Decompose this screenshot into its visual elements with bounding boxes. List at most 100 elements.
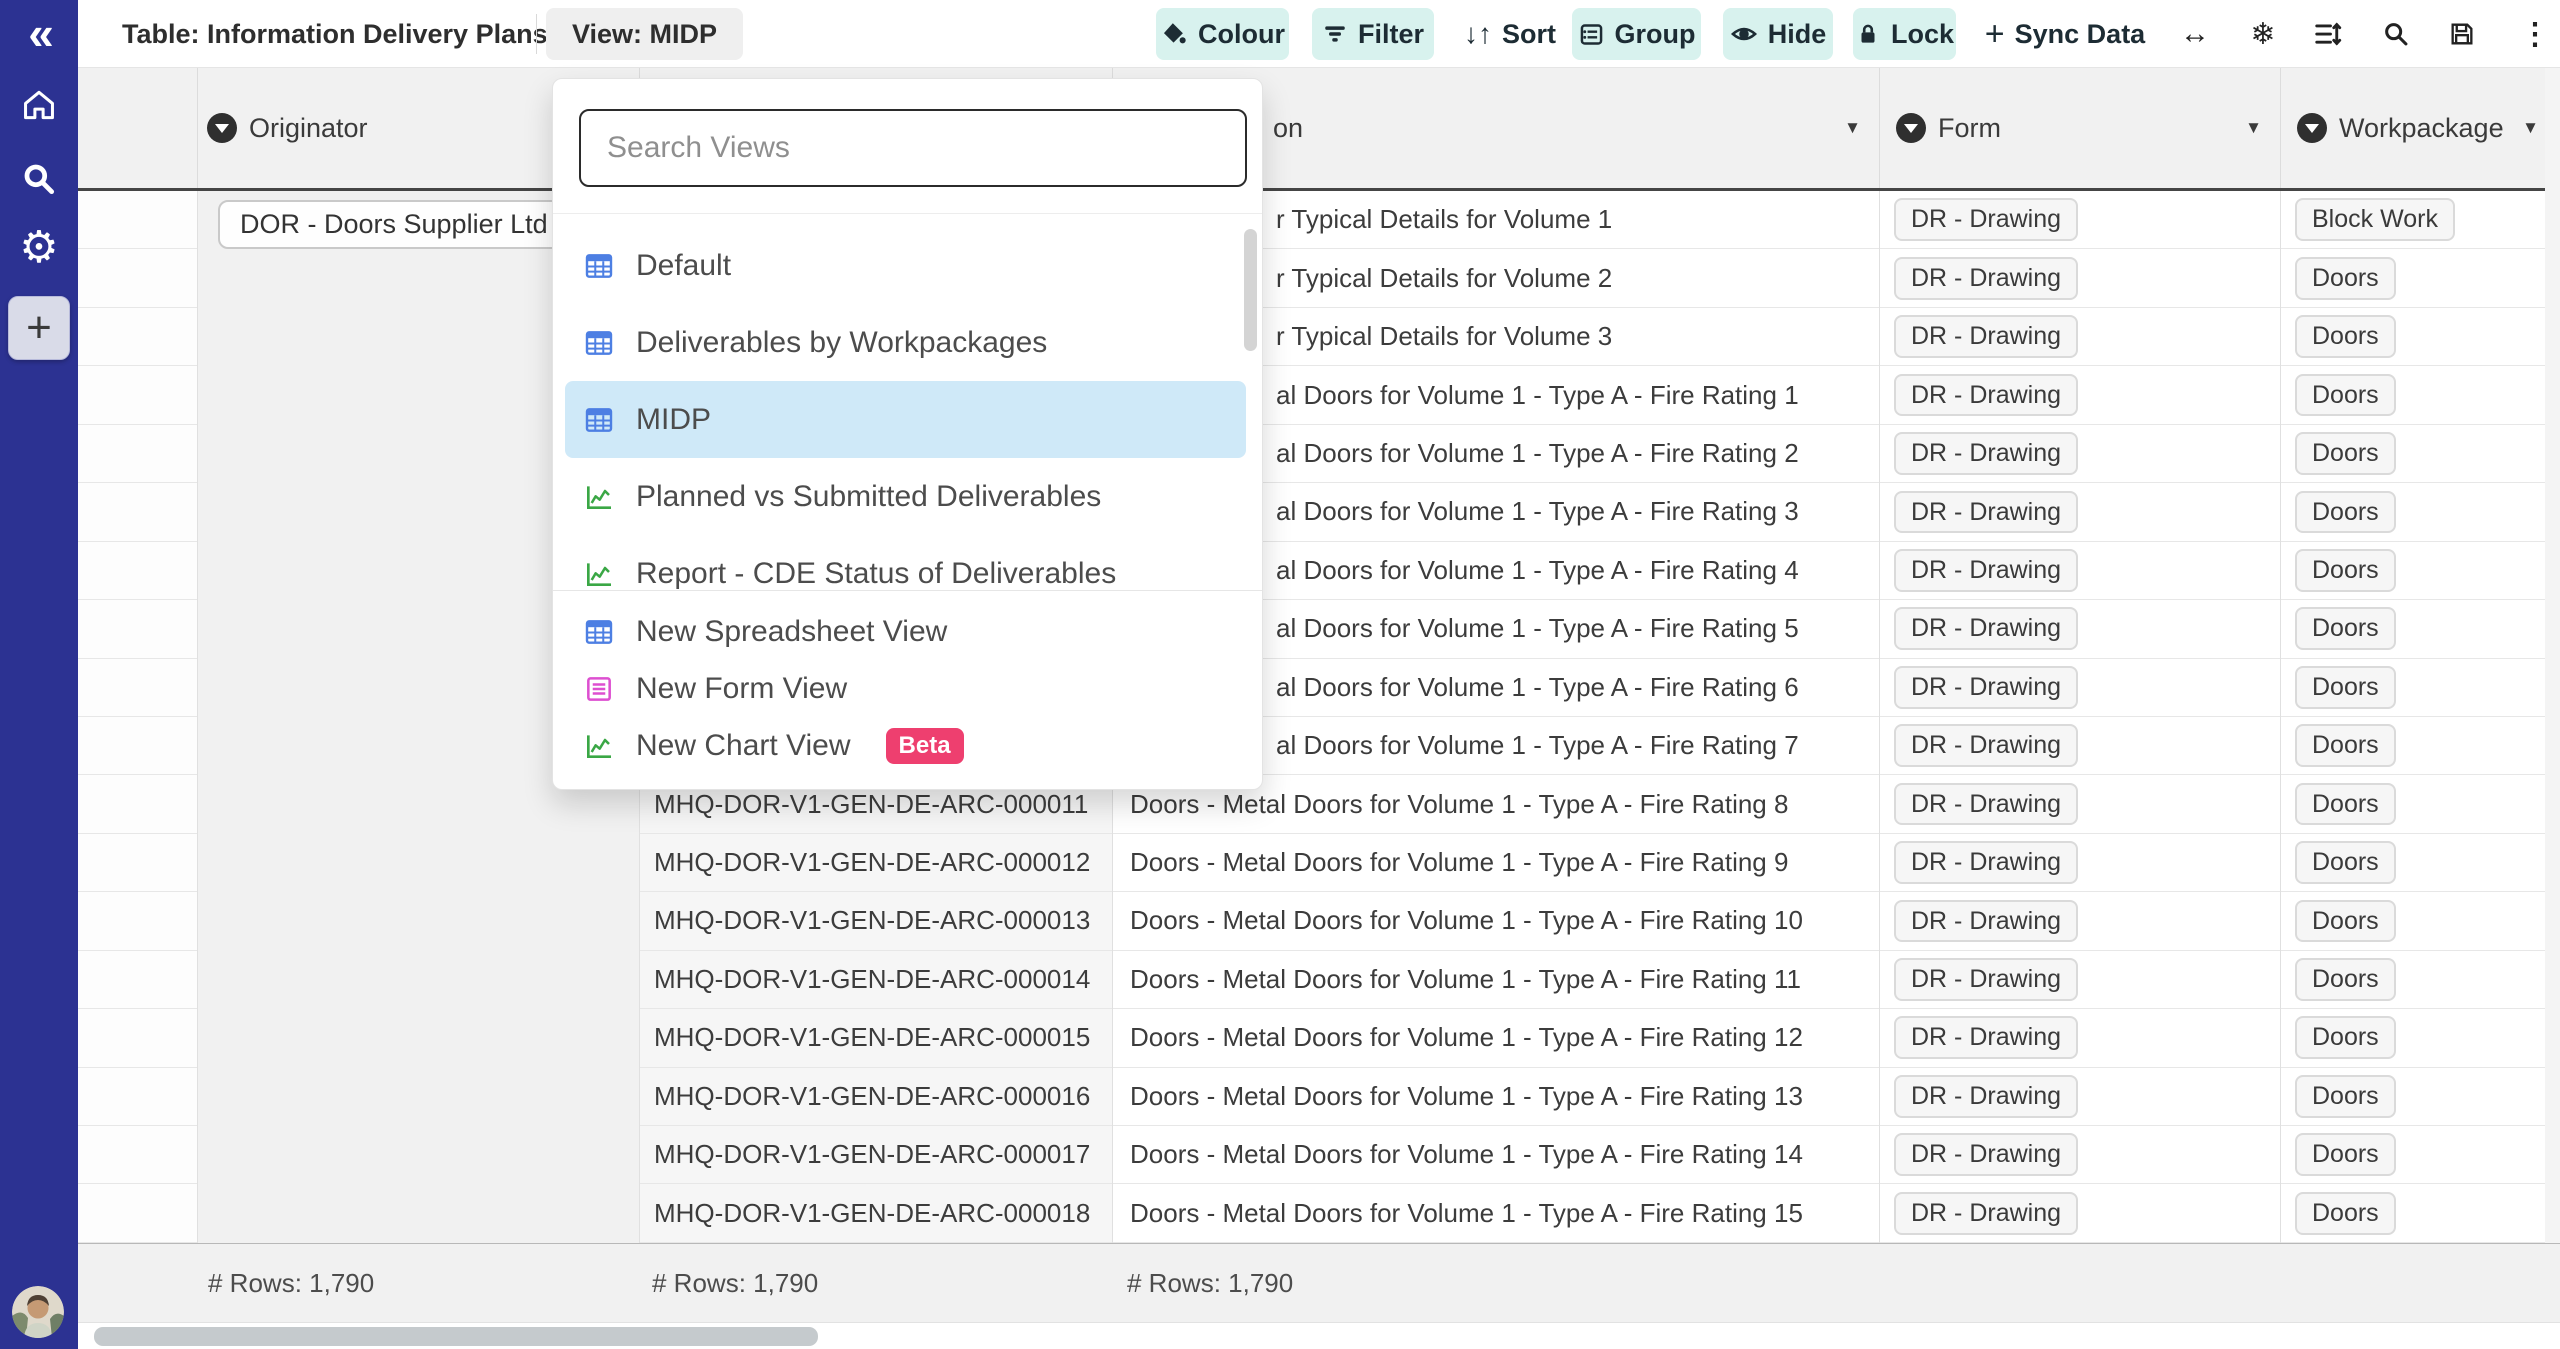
form-cell[interactable]: DR - Drawing bbox=[1880, 600, 2280, 658]
workpackage-cell[interactable]: Doors bbox=[2281, 600, 2545, 658]
form-cell[interactable]: DR - Drawing bbox=[1880, 191, 2280, 249]
workpackage-cell[interactable]: Doors bbox=[2281, 366, 2545, 424]
row-gutter-cell[interactable] bbox=[78, 366, 197, 424]
freeze-snowflake-icon[interactable]: ❄ bbox=[2241, 8, 2285, 60]
add-button[interactable]: + bbox=[8, 296, 70, 360]
workpackage-cell[interactable]: Doors bbox=[2281, 542, 2545, 600]
row-gutter-cell[interactable] bbox=[78, 1009, 197, 1067]
form-cell[interactable]: DR - Drawing bbox=[1880, 425, 2280, 483]
workpackage-cell[interactable]: Doors bbox=[2281, 1068, 2545, 1126]
description-cell[interactable]: Doors - Metal Doors for Volume 1 - Type … bbox=[1113, 1184, 1879, 1242]
workpackage-cell[interactable]: Block Work bbox=[2281, 191, 2545, 249]
name-cell[interactable]: MHQ-DOR-V1-GEN-DE-ARC-000018 bbox=[640, 1184, 1112, 1242]
view-menu-item[interactable]: Deliverables by Workpackages bbox=[553, 304, 1262, 381]
row-gutter-cell[interactable] bbox=[78, 600, 197, 658]
workpackage-cell[interactable]: Doors bbox=[2281, 775, 2545, 833]
workpackage-cell[interactable]: Doors bbox=[2281, 308, 2545, 366]
name-cell[interactable]: MHQ-DOR-V1-GEN-DE-ARC-000016 bbox=[640, 1068, 1112, 1126]
view-menu-item[interactable]: Default bbox=[553, 227, 1262, 304]
chevron-down-icon[interactable]: ▼ bbox=[2522, 118, 2539, 138]
form-cell[interactable]: DR - Drawing bbox=[1880, 775, 2280, 833]
kebab-menu-icon[interactable]: ⋮ bbox=[2513, 8, 2557, 60]
workpackage-cell[interactable]: Doors bbox=[2281, 1009, 2545, 1067]
name-cell[interactable]: MHQ-DOR-V1-GEN-DE-ARC-000013 bbox=[640, 892, 1112, 950]
horizontal-scrollbar-thumb[interactable] bbox=[94, 1327, 818, 1346]
new-view-action[interactable]: New Form View bbox=[553, 660, 1262, 717]
search-table-icon[interactable] bbox=[2374, 8, 2418, 60]
workpackage-cell[interactable]: Doors bbox=[2281, 951, 2545, 1009]
form-cell[interactable]: DR - Drawing bbox=[1880, 951, 2280, 1009]
form-cell[interactable]: DR - Drawing bbox=[1880, 366, 2280, 424]
description-cell[interactable]: Doors - Metal Doors for Volume 1 - Type … bbox=[1113, 1126, 1879, 1184]
menu-scrollbar-thumb[interactable] bbox=[1244, 229, 1257, 351]
chevron-down-icon[interactable]: ▼ bbox=[1844, 118, 1861, 138]
row-gutter-cell[interactable] bbox=[78, 542, 197, 600]
form-cell[interactable]: DR - Drawing bbox=[1880, 308, 2280, 366]
row-gutter-cell[interactable] bbox=[78, 483, 197, 541]
workpackage-cell[interactable]: Doors bbox=[2281, 892, 2545, 950]
form-cell[interactable]: DR - Drawing bbox=[1880, 249, 2280, 307]
row-gutter-cell[interactable] bbox=[78, 308, 197, 366]
form-cell[interactable]: DR - Drawing bbox=[1880, 717, 2280, 775]
row-gutter-cell[interactable] bbox=[78, 191, 197, 249]
form-cell[interactable]: DR - Drawing bbox=[1880, 1009, 2280, 1067]
name-cell[interactable]: MHQ-DOR-V1-GEN-DE-ARC-000015 bbox=[640, 1009, 1112, 1067]
header-workpackage[interactable]: Workpackage ▼ bbox=[2281, 68, 2545, 188]
home-icon[interactable] bbox=[0, 86, 78, 129]
form-cell[interactable]: DR - Drawing bbox=[1880, 1126, 2280, 1184]
avatar[interactable] bbox=[12, 1286, 64, 1338]
view-menu-item-selected[interactable]: MIDP bbox=[565, 381, 1246, 458]
form-cell[interactable]: DR - Drawing bbox=[1880, 1068, 2280, 1126]
workpackage-cell[interactable]: Doors bbox=[2281, 483, 2545, 541]
workpackage-cell[interactable]: Doors bbox=[2281, 1126, 2545, 1184]
header-form[interactable]: Form ▼ bbox=[1880, 68, 2281, 188]
new-view-action[interactable]: New Chart ViewBeta bbox=[553, 717, 1262, 774]
workpackage-cell[interactable]: Doors bbox=[2281, 1184, 2545, 1242]
sort-button[interactable]: ↓↑ Sort bbox=[1455, 8, 1565, 60]
group-button[interactable]: Group bbox=[1572, 8, 1701, 60]
originator-cell-tag[interactable]: DOR - Doors Supplier Ltd bbox=[218, 200, 570, 249]
lock-button[interactable]: Lock bbox=[1853, 8, 1956, 60]
description-cell[interactable]: Doors - Metal Doors for Volume 1 - Type … bbox=[1113, 834, 1879, 892]
form-cell[interactable]: DR - Drawing bbox=[1880, 542, 2280, 600]
description-cell[interactable]: Doors - Metal Doors for Volume 1 - Type … bbox=[1113, 892, 1879, 950]
chevron-down-icon[interactable]: ▼ bbox=[2245, 118, 2262, 138]
row-gutter-cell[interactable] bbox=[78, 1068, 197, 1126]
filter-button[interactable]: Filter bbox=[1312, 8, 1434, 60]
settings-gear-icon[interactable]: ⚙ bbox=[0, 226, 78, 270]
new-view-action[interactable]: New Spreadsheet View bbox=[553, 603, 1262, 660]
form-cell[interactable]: DR - Drawing bbox=[1880, 1184, 2280, 1242]
view-selector-button[interactable]: View: MIDP bbox=[546, 8, 743, 60]
workpackage-cell[interactable]: Doors bbox=[2281, 425, 2545, 483]
row-gutter-cell[interactable] bbox=[78, 659, 197, 717]
sync-data-button[interactable]: + Sync Data bbox=[1980, 8, 2150, 60]
name-cell[interactable]: MHQ-DOR-V1-GEN-DE-ARC-000017 bbox=[640, 1126, 1112, 1184]
workpackage-cell[interactable]: Doors bbox=[2281, 249, 2545, 307]
workpackage-cell[interactable]: Doors bbox=[2281, 717, 2545, 775]
description-cell[interactable]: Doors - Metal Doors for Volume 1 - Type … bbox=[1113, 951, 1879, 1009]
resize-columns-icon[interactable]: ↔ bbox=[2173, 8, 2217, 60]
search-views-input[interactable] bbox=[579, 109, 1247, 187]
collapse-sidebar-icon[interactable]: « bbox=[0, 6, 78, 60]
workpackage-cell[interactable]: Doors bbox=[2281, 659, 2545, 717]
search-icon[interactable] bbox=[0, 160, 78, 203]
hide-button[interactable]: Hide bbox=[1723, 8, 1833, 60]
view-menu-item[interactable]: Report - CDE Status of Deliverables bbox=[553, 535, 1262, 590]
workpackage-cell[interactable]: Doors bbox=[2281, 834, 2545, 892]
form-cell[interactable]: DR - Drawing bbox=[1880, 659, 2280, 717]
row-gutter-cell[interactable] bbox=[78, 249, 197, 307]
row-gutter-cell[interactable] bbox=[78, 834, 197, 892]
row-gutter-cell[interactable] bbox=[78, 892, 197, 950]
form-cell[interactable]: DR - Drawing bbox=[1880, 892, 2280, 950]
row-gutter-cell[interactable] bbox=[78, 717, 197, 775]
form-cell[interactable]: DR - Drawing bbox=[1880, 483, 2280, 541]
row-gutter-cell[interactable] bbox=[78, 1126, 197, 1184]
form-cell[interactable]: DR - Drawing bbox=[1880, 834, 2280, 892]
colour-button[interactable]: Colour bbox=[1156, 8, 1289, 60]
name-cell[interactable]: MHQ-DOR-V1-GEN-DE-ARC-000014 bbox=[640, 951, 1112, 1009]
row-gutter-cell[interactable] bbox=[78, 951, 197, 1009]
row-gutter-cell[interactable] bbox=[78, 1184, 197, 1242]
row-height-icon[interactable] bbox=[2306, 8, 2350, 60]
save-icon[interactable] bbox=[2440, 8, 2484, 60]
view-menu-item[interactable]: Planned vs Submitted Deliverables bbox=[553, 458, 1262, 535]
